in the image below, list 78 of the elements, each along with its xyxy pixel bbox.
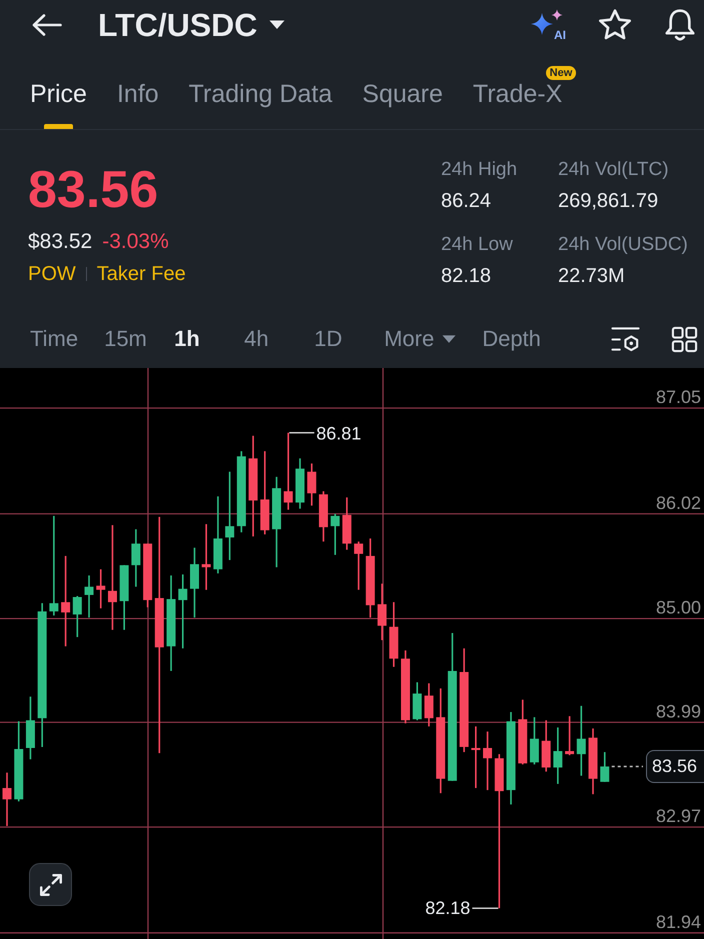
price-line: [612, 766, 643, 768]
candle: [84, 575, 94, 618]
candle: [143, 544, 152, 608]
stat-label: 24h Low: [441, 233, 513, 257]
price-axis-label: 87.05: [656, 387, 701, 408]
usd-price: $83.52: [28, 230, 92, 254]
candle: [202, 524, 211, 590]
stat-label: 24h Vol(USDC): [558, 233, 688, 257]
tab[interactable]: Trading Data: [188, 50, 332, 129]
interval-option[interactable]: More: [384, 326, 456, 352]
candle: [471, 726, 480, 788]
candle: [296, 458, 304, 509]
stat-value: 86.24: [441, 189, 492, 213]
tag-link[interactable]: POW: [28, 262, 76, 286]
leader-line: [289, 432, 314, 434]
candle: [565, 716, 574, 756]
pair-selector[interactable]: LTC/USDC: [98, 7, 286, 43]
caret-icon: [269, 20, 286, 30]
candle: [190, 548, 200, 618]
candle: [424, 683, 434, 726]
price-axis-label: 83.99: [656, 701, 701, 722]
candle: [412, 682, 422, 720]
candle: [518, 700, 528, 764]
last-price: 83.56: [28, 164, 158, 216]
low-price-label: 82.18: [425, 898, 470, 918]
tab[interactable]: Square: [362, 50, 443, 129]
price-axis-label: 82.97: [656, 806, 701, 826]
interval-option[interactable]: Depth: [482, 326, 541, 352]
candle: [2, 772, 12, 826]
candle: [542, 720, 551, 772]
price-axis-label: 85.00: [656, 598, 701, 618]
interval-option[interactable]: 4h: [244, 326, 288, 352]
candle: [576, 706, 586, 776]
candle: [330, 514, 340, 555]
candle: [131, 529, 140, 587]
candle: [318, 491, 328, 542]
stat-label: 24h High: [441, 158, 518, 182]
expand-icon: [40, 874, 62, 896]
candle: [600, 752, 610, 782]
candle: [72, 596, 82, 638]
candle: [389, 602, 398, 667]
interval-option[interactable]: 1h: [174, 326, 218, 352]
star-icon[interactable]: [598, 9, 632, 41]
grid-icon[interactable]: [671, 326, 698, 352]
candle: [307, 464, 316, 506]
candle: [553, 727, 562, 784]
tab[interactable]: Info: [116, 50, 159, 129]
interval-option[interactable]: 15m: [104, 326, 148, 352]
stat-value: 22.73M: [558, 264, 625, 288]
ai-assistant-button[interactable]: AI: [530, 9, 566, 41]
stat-label: 24h Vol(LTC): [558, 158, 669, 182]
price-axis-label: 81.94: [656, 912, 701, 932]
bell-icon[interactable]: [664, 8, 696, 42]
caret-icon: [442, 334, 456, 344]
last-price-tag: 83.56: [646, 750, 704, 783]
candle: [96, 569, 106, 608]
candle: [354, 542, 364, 590]
stat-value: 82.18: [441, 264, 492, 288]
settings-icon[interactable]: [611, 326, 640, 352]
tag-link[interactable]: Taker Fee: [96, 262, 186, 286]
interval-option[interactable]: Time: [30, 326, 78, 352]
candle: [342, 497, 352, 550]
expand-button[interactable]: [29, 863, 72, 906]
stat-value: 269,861.79: [558, 189, 658, 213]
back-arrow-icon[interactable]: [32, 14, 62, 36]
high-price-label: 86.81: [316, 424, 362, 444]
price-axis-label: 86.02: [656, 492, 701, 513]
candle: [378, 584, 387, 640]
candle: [26, 696, 35, 760]
candle: [530, 717, 539, 764]
tab[interactable]: Price: [30, 50, 87, 129]
candle: [588, 728, 598, 794]
leader-line: [472, 907, 498, 909]
candle: [483, 732, 492, 790]
candle: [120, 565, 129, 630]
new-badge: New: [546, 66, 576, 80]
interval-option[interactable]: 1D: [314, 326, 358, 352]
price-change: -3.03%: [102, 230, 169, 254]
